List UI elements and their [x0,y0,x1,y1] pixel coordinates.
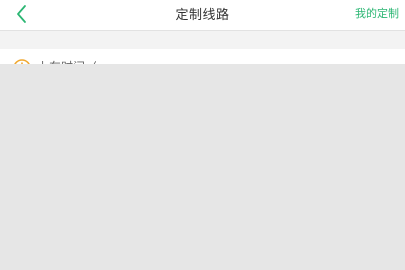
nav-bar: 定制线路 我的定制 [0,0,405,30]
blank-content-area [0,64,405,270]
boarding-time-row[interactable]: 上车时间（出发） [0,49,405,270]
page-title: 定制线路 [175,8,230,23]
custom-route-page: 定制线路 我的定制 上车时间（出发） [0,0,405,270]
my-custom-routes-link[interactable]: 我的定制 [355,5,399,21]
section-gap [0,31,405,49]
